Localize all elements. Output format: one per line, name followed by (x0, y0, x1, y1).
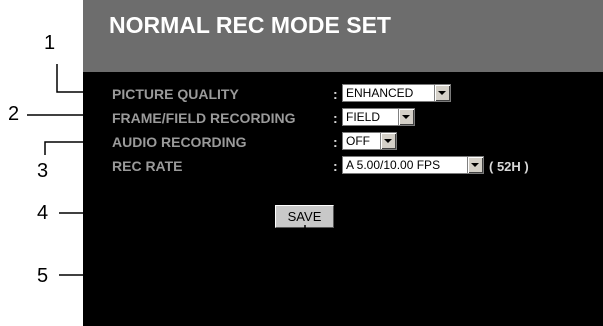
callout-number-1: 1 (44, 32, 56, 54)
callout-line-4 (59, 182, 156, 214)
callout-number-4: 4 (37, 202, 49, 224)
callout-lines (27, 64, 306, 276)
callout-number-5: 5 (37, 265, 49, 287)
callout-line-3 (44, 141, 110, 155)
callout-number-2: 2 (8, 103, 20, 125)
callout-line-1 (56, 64, 110, 93)
callout-line-5 (59, 225, 306, 276)
callout-number-3: 3 (37, 160, 49, 182)
